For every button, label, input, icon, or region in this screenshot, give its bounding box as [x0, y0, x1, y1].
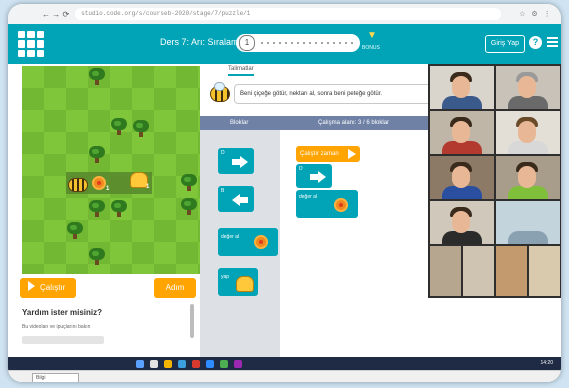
start-icon[interactable] [136, 360, 144, 368]
toolbox-label: Bloklar [230, 120, 249, 126]
bee-avatar-icon [208, 82, 230, 102]
tree-icon [180, 174, 198, 192]
instructions-panel: Talimatlar Beni çiçeğe götür, nektarı al… [200, 64, 437, 116]
program-block-get-nectar[interactable]: değer al [296, 190, 358, 218]
workspace-header: Bloklar Çalışma alanı: 3 / 6 bloklar [200, 116, 433, 130]
participant-video[interactable] [529, 246, 560, 296]
tree-icon [110, 118, 128, 136]
block-label: D [221, 150, 225, 156]
workspace-label: Çalışma alanı: 3 / 6 bloklar [318, 120, 390, 126]
tree-icon [132, 120, 150, 138]
participant-video[interactable] [496, 156, 560, 199]
step-button[interactable]: Adım [154, 278, 196, 298]
folder-icon[interactable] [164, 360, 172, 368]
current-level-bubble[interactable]: 1 [239, 35, 255, 51]
status-strip: Bilgi [8, 370, 561, 382]
program-block-move-right[interactable]: D [296, 164, 332, 188]
participant-video[interactable] [496, 201, 560, 244]
tree-icon [88, 248, 106, 266]
tree-icon [88, 68, 106, 86]
participant-video[interactable] [496, 66, 560, 109]
search-icon[interactable] [150, 360, 158, 368]
browser-extension-icons[interactable]: ☆ ⚙ ⋮ [519, 10, 552, 18]
bonus-star-icon[interactable]: ▼ [365, 30, 379, 41]
toolbox-block-get-nectar[interactable]: değer al [218, 228, 278, 256]
app-icon[interactable] [192, 360, 200, 368]
tree-icon [110, 200, 128, 218]
video-call-grid [428, 64, 561, 298]
when-run-label: Çalıştır zaman [300, 151, 339, 157]
address-bar[interactable]: studio.code.org/s/courseb-2020/stage/7/p… [75, 8, 502, 20]
block-label: değer al [299, 194, 318, 200]
clock: 14:20 [540, 360, 553, 366]
bee-character-icon [68, 178, 88, 192]
when-run-block[interactable]: Çalıştır zaman [296, 146, 360, 162]
participant-video[interactable] [430, 66, 494, 109]
level-dots[interactable] [259, 42, 354, 44]
arrow-right-icon [310, 171, 326, 183]
tree-icon [88, 200, 106, 218]
video-app-icon[interactable] [206, 360, 214, 368]
app-window: ← → ⟳ studio.code.org/s/courseb-2020/sta… [8, 4, 561, 382]
participant-video[interactable] [496, 246, 527, 296]
hive-count: 1 [146, 184, 150, 190]
code-org-logo-icon[interactable] [18, 31, 44, 57]
flower-icon [254, 235, 268, 249]
flower-icon [92, 176, 106, 190]
block-label: değer al [221, 234, 240, 240]
arrow-left-icon [232, 194, 248, 206]
bonus-label: BONUS [362, 45, 380, 51]
block-label: B [221, 188, 225, 194]
block-toolbox: D B değer al yap [200, 130, 280, 370]
tree-icon [88, 146, 106, 164]
browser-icon[interactable] [178, 360, 186, 368]
level-progress-bar: 1 [236, 34, 360, 52]
program-workspace[interactable]: Çalıştır zaman D değer al [280, 130, 433, 370]
help-heading: Yardım ister misiniz? [22, 308, 103, 317]
arrow-right-icon [232, 156, 248, 168]
signin-button[interactable]: Giriş Yap [485, 35, 525, 53]
play-icon [348, 149, 356, 159]
help-scrollbar[interactable] [190, 304, 194, 338]
instruction-text: Beni çiçeğe götür, nektarı al, sonra ben… [234, 84, 437, 104]
run-button-label: Çalıştır [40, 283, 66, 292]
block-label: D [299, 166, 303, 172]
help-icon[interactable]: ? [529, 36, 542, 49]
toolbox-block-move-left[interactable]: B [218, 186, 254, 212]
participant-video[interactable] [463, 246, 494, 296]
help-subtext: Bu videoları ve ipuçlarını bakın [22, 324, 91, 330]
participant-video[interactable] [430, 246, 461, 296]
run-button[interactable]: Çalıştır [20, 278, 76, 298]
app-icon[interactable] [220, 360, 228, 368]
browser-nav-icons[interactable]: ← → ⟳ [42, 10, 69, 19]
maze-canvas: 1 1 [22, 66, 200, 274]
game-panel: 1 1 Çalıştır Adım Yardım ister misiniz? … [8, 64, 200, 382]
os-taskbar: 14:20 [8, 357, 561, 371]
play-icon [28, 281, 35, 291]
help-video-thumbnail[interactable] [22, 336, 104, 344]
tree-icon [180, 198, 198, 216]
participant-video[interactable] [496, 111, 560, 154]
honeycomb-icon [236, 276, 254, 292]
app-icon[interactable] [234, 360, 242, 368]
flower-icon [334, 198, 348, 212]
lesson-title: Ders 7: Arı: Sıralama [160, 37, 244, 47]
participant-video[interactable] [430, 156, 494, 199]
zoom-select[interactable]: Bilgi [32, 373, 79, 382]
tab-instructions[interactable]: Talimatlar [228, 66, 254, 76]
toolbox-block-move-right[interactable]: D [218, 148, 254, 174]
participant-video[interactable] [430, 111, 494, 154]
tree-icon [66, 222, 84, 240]
app-header: Ders 7: Arı: Sıralama 1 ▼ BONUS Giriş Ya… [8, 24, 561, 64]
hamburger-menu-icon[interactable] [547, 37, 558, 49]
participant-video[interactable] [430, 201, 494, 244]
toolbox-block-make-honey[interactable]: yap [218, 268, 258, 296]
browser-toolbar: ← → ⟳ studio.code.org/s/courseb-2020/sta… [8, 4, 561, 25]
flower-nectar-count: 1 [106, 186, 110, 192]
block-label: yap [221, 274, 230, 280]
